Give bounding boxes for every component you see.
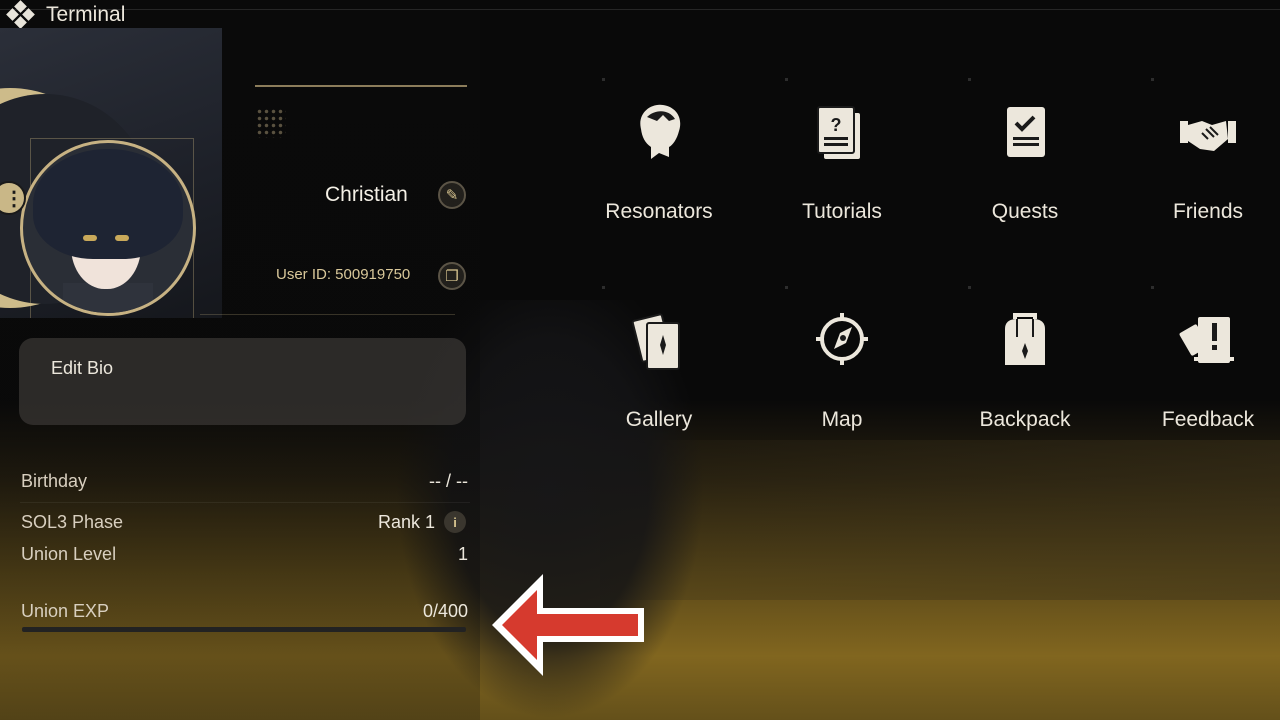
stat-divider	[20, 502, 470, 503]
menu-resonators[interactable]: Resonators	[567, 85, 751, 255]
avatar[interactable]	[20, 140, 196, 316]
menu-resonators-label: Resonators	[605, 200, 713, 223]
profile-card-art	[0, 28, 222, 318]
window-title-text: Terminal	[46, 3, 126, 26]
red-arrow-annotation	[492, 574, 644, 676]
feedback-exclamation-icon	[1179, 317, 1234, 363]
header-divider	[255, 85, 467, 87]
menu-tutorials[interactable]: ? Tutorials	[750, 85, 934, 255]
user-id: User ID: 500919750	[276, 266, 411, 283]
menu-gallery[interactable]: Gallery	[567, 293, 751, 463]
pencil-icon[interactable]: ✎	[438, 181, 466, 209]
edit-bio-field[interactable]: Edit Bio	[19, 338, 466, 425]
avatar-eye-right	[115, 235, 129, 241]
top-divider	[0, 9, 1280, 10]
union-exp-value: 0/400	[422, 601, 468, 621]
resonator-head-icon	[640, 104, 681, 159]
grid-tick	[1151, 78, 1154, 81]
menu-map-label: Map	[821, 408, 863, 431]
grid-tick	[1151, 286, 1154, 289]
menu-friends-label: Friends	[1172, 200, 1244, 223]
edit-bio-label: Edit Bio	[51, 358, 114, 378]
username: Christian	[325, 183, 408, 206]
tutorial-document-icon: ?	[817, 106, 860, 159]
diamond-cluster-icon	[6, 0, 35, 29]
svg-text:?: ?	[831, 115, 842, 135]
grid-tick	[968, 78, 971, 81]
sol3-phase-label: SOL3 Phase	[21, 512, 124, 532]
grid-tick	[968, 286, 971, 289]
quest-checklist-icon	[1007, 107, 1045, 157]
info-icon[interactable]: i	[444, 511, 466, 533]
birthday-value: -- / --	[429, 471, 468, 491]
menu-backpack[interactable]: Backpack	[933, 293, 1117, 463]
compass-icon	[816, 313, 868, 365]
grid-tick	[602, 286, 605, 289]
dots-decoration	[256, 108, 286, 138]
handshake-icon	[1180, 121, 1236, 151]
menu-backpack-label: Backpack	[979, 408, 1071, 431]
avatar-hair	[33, 149, 183, 259]
union-level-label: Union Level	[21, 544, 117, 564]
union-exp-progress-bar	[22, 627, 466, 632]
backpack-icon	[1005, 313, 1045, 365]
profile-divider	[200, 314, 455, 315]
gallery-cards-icon	[631, 313, 680, 370]
menu-gallery-label: Gallery	[625, 408, 693, 431]
menu-friends[interactable]: Friends	[1116, 85, 1280, 255]
menu-feedback-label: Feedback	[1161, 408, 1255, 431]
union-exp-label: Union EXP	[21, 601, 110, 621]
grid-tick	[785, 286, 788, 289]
birthday-label: Birthday	[21, 471, 88, 491]
sol3-phase-value: Rank 1	[377, 512, 435, 532]
copy-icon[interactable]: ❐	[438, 262, 466, 290]
menu-tutorials-label: Tutorials	[802, 200, 882, 223]
more-vertical-icon[interactable]: ⋮	[0, 181, 26, 215]
window-title: Terminal	[6, 0, 126, 29]
menu-map[interactable]: Map	[750, 293, 934, 463]
grid-tick	[785, 78, 788, 81]
menu-quests-label: Quests	[991, 200, 1059, 223]
avatar-eye-left	[83, 235, 97, 241]
menu-feedback[interactable]: Feedback	[1116, 293, 1280, 463]
menu-quests[interactable]: Quests	[933, 85, 1117, 255]
union-level-value: 1	[457, 544, 468, 564]
grid-tick	[602, 78, 605, 81]
